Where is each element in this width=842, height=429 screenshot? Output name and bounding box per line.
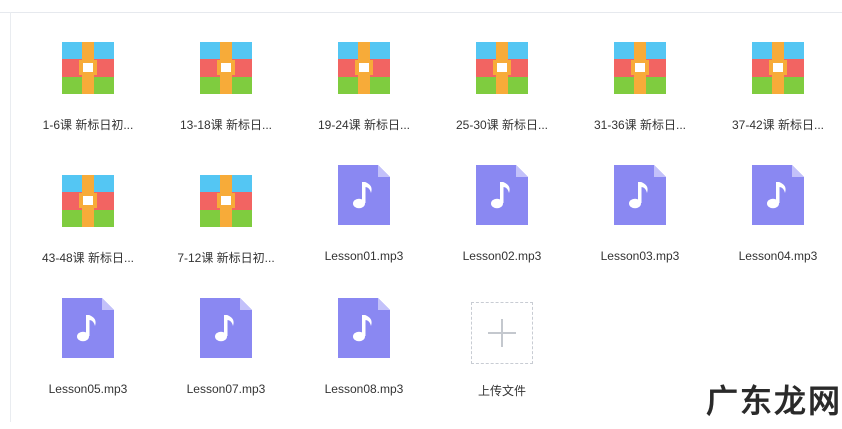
file-tile[interactable]: 1-6课 新标日初... <box>19 30 157 163</box>
music-note-icon <box>338 298 390 358</box>
plus-icon <box>488 319 516 347</box>
music-note-icon <box>338 165 390 225</box>
file-tile[interactable]: 19-24课 新标日... <box>295 30 433 163</box>
archive-icon <box>200 42 252 94</box>
file-tile[interactable]: 31-36课 新标日... <box>571 30 709 163</box>
file-name: Lesson02.mp3 <box>462 249 542 263</box>
file-tile[interactable]: Lesson05.mp3 <box>19 296 157 429</box>
file-grid: 1-6课 新标日初... 13-18课 新标日... 19-24课 新标日...… <box>19 30 842 429</box>
archive-icon <box>476 42 528 94</box>
archive-icon <box>338 42 390 94</box>
file-name: 43-48课 新标日... <box>41 251 135 265</box>
file-tile[interactable]: Lesson04.mp3 <box>709 163 842 296</box>
file-name: Lesson04.mp3 <box>738 249 818 263</box>
music-note-icon <box>200 298 252 358</box>
file-name: 37-42课 新标日... <box>731 118 825 132</box>
file-name: Lesson07.mp3 <box>186 382 266 396</box>
file-tile[interactable]: Lesson08.mp3 <box>295 296 433 429</box>
header-divider <box>0 12 842 13</box>
file-name: 25-30课 新标日... <box>455 118 549 132</box>
music-note-icon <box>62 298 114 358</box>
file-name: 31-36课 新标日... <box>593 118 687 132</box>
archive-icon <box>752 42 804 94</box>
music-note-icon <box>476 165 528 225</box>
file-name: Lesson08.mp3 <box>324 382 404 396</box>
file-tile[interactable]: Lesson01.mp3 <box>295 163 433 296</box>
archive-icon <box>62 175 114 227</box>
file-tile[interactable]: 37-42课 新标日... <box>709 30 842 163</box>
file-name: 13-18课 新标日... <box>179 118 273 132</box>
archive-icon <box>614 42 666 94</box>
file-tile[interactable]: 7-12课 新标日初... <box>157 163 295 296</box>
file-name: 19-24课 新标日... <box>317 118 411 132</box>
upload-box[interactable] <box>471 302 533 364</box>
file-name: 7-12课 新标日初... <box>177 251 275 265</box>
file-tile[interactable]: Lesson07.mp3 <box>157 296 295 429</box>
file-name: Lesson05.mp3 <box>48 382 128 396</box>
upload-file-button[interactable]: 上传文件 <box>433 296 571 429</box>
file-tile[interactable]: Lesson03.mp3 <box>571 163 709 296</box>
archive-icon <box>62 42 114 94</box>
file-name: Lesson01.mp3 <box>324 249 404 263</box>
file-tile[interactable]: 13-18课 新标日... <box>157 30 295 163</box>
file-name: Lesson03.mp3 <box>600 249 680 263</box>
upload-file-label: 上传文件 <box>477 384 526 398</box>
file-name: 1-6课 新标日初... <box>42 118 134 132</box>
watermark: 广东龙网 <box>706 382 842 420</box>
sidebar-divider <box>10 12 11 422</box>
music-note-icon <box>752 165 804 225</box>
music-note-icon <box>614 165 666 225</box>
archive-icon <box>200 175 252 227</box>
file-tile[interactable]: Lesson02.mp3 <box>433 163 571 296</box>
file-tile[interactable]: 25-30课 新标日... <box>433 30 571 163</box>
file-tile[interactable]: 43-48课 新标日... <box>19 163 157 296</box>
